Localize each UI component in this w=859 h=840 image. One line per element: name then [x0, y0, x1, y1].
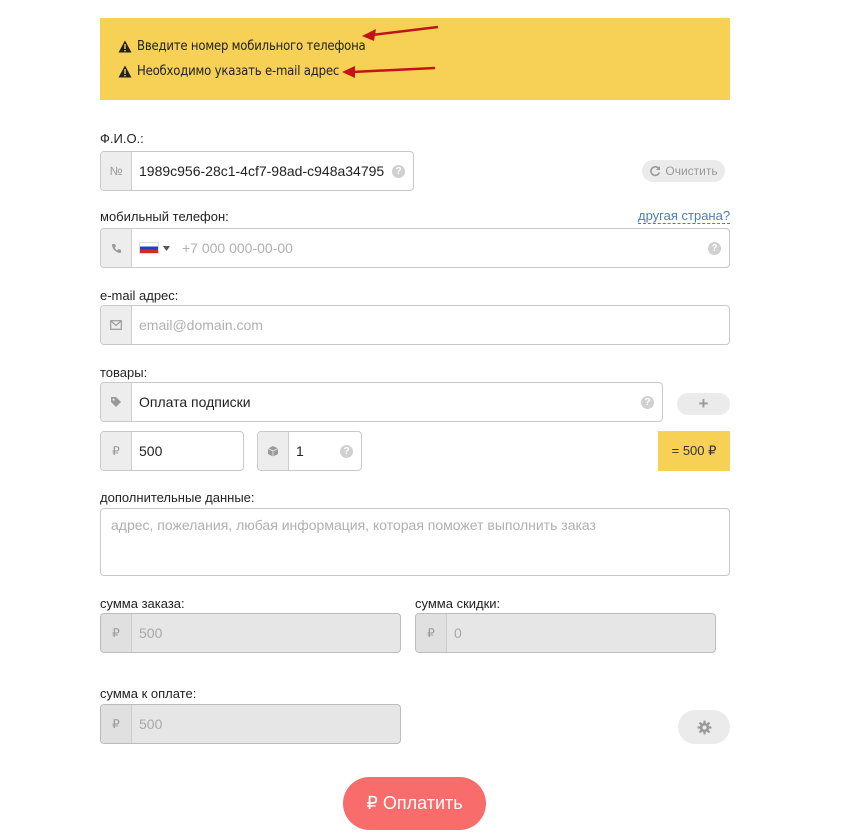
russia-flag-icon [139, 242, 159, 254]
add-item-button[interactable]: + [677, 393, 730, 415]
help-icon[interactable]: ? [340, 444, 353, 458]
price-input[interactable]: 500 [132, 432, 243, 470]
number-sign-icon: № [101, 152, 132, 190]
payable-sum-field: ₽ 500 [100, 704, 401, 744]
refresh-icon [650, 166, 661, 177]
extra-textarea[interactable] [100, 508, 730, 576]
quantity-input[interactable]: 1 [289, 432, 340, 470]
goods-label: товары: [100, 365, 148, 380]
warning-icon [118, 65, 132, 78]
phone-input[interactable]: +7 000 000-00-00 [170, 229, 708, 267]
goods-item-field[interactable]: Оплата подписки ? [100, 382, 663, 422]
box-icon [258, 432, 289, 470]
order-sum-value: 500 [139, 625, 163, 641]
caret-down-icon [163, 245, 170, 251]
country-selector[interactable] [132, 229, 170, 267]
ruble-icon: ₽ [101, 432, 132, 470]
payable-sum-value: 500 [139, 716, 163, 732]
line-total: = 500 ₽ [658, 431, 730, 471]
help-icon[interactable]: ? [708, 241, 721, 255]
phone-icon [101, 229, 132, 267]
alert-message-phone: Введите номер мобильного телефона [118, 39, 366, 54]
phone-label: мобильный телефон: [100, 209, 229, 224]
email-label: e-mail адрес: [100, 288, 179, 303]
discount-sum-label: сумма скидки: [415, 596, 501, 611]
tag-icon [101, 383, 132, 421]
name-field[interactable]: № 1989c956-28c1-4cf7-98ad-c948a34795 ? [100, 151, 414, 191]
discount-sum-field: ₽ 0 [415, 613, 716, 653]
name-label: Ф.И.О.: [100, 131, 144, 146]
annotation-arrow-icon [362, 25, 439, 41]
pay-button[interactable]: ₽ Оплатить [343, 777, 486, 830]
envelope-icon [101, 306, 132, 344]
quantity-field[interactable]: 1 ? [257, 431, 362, 471]
name-input-value[interactable]: 1989c956-28c1-4cf7-98ad-c948a34795 [132, 152, 392, 190]
extra-label: дополнительные данные: [100, 490, 255, 505]
payable-sum-label: сумма к оплате: [100, 686, 197, 701]
order-sum-label: сумма заказа: [100, 596, 185, 611]
clear-button[interactable]: Очистить [642, 160, 725, 182]
help-icon[interactable]: ? [392, 164, 405, 178]
help-icon[interactable]: ? [641, 395, 654, 409]
other-country-link[interactable]: другая страна? [638, 209, 731, 224]
phone-field[interactable]: +7 000 000-00-00 ? [100, 228, 730, 268]
price-field[interactable]: ₽ 500 [100, 431, 244, 471]
gear-icon [696, 719, 712, 735]
settings-button[interactable] [678, 710, 730, 744]
ruble-icon: ₽ [416, 614, 447, 652]
alert-message-email: Необходимо указать e-mail адрес [118, 64, 339, 79]
discount-sum-value: 0 [454, 625, 462, 641]
ruble-icon: ₽ [101, 705, 132, 743]
order-sum-field: ₽ 500 [100, 613, 401, 653]
ruble-icon: ₽ [101, 614, 132, 652]
annotation-arrow-icon [342, 66, 436, 78]
email-field[interactable]: email@domain.com [100, 305, 730, 345]
email-input[interactable]: email@domain.com [132, 306, 729, 344]
goods-item-input[interactable]: Оплата подписки [132, 383, 641, 421]
warning-icon [118, 40, 132, 53]
